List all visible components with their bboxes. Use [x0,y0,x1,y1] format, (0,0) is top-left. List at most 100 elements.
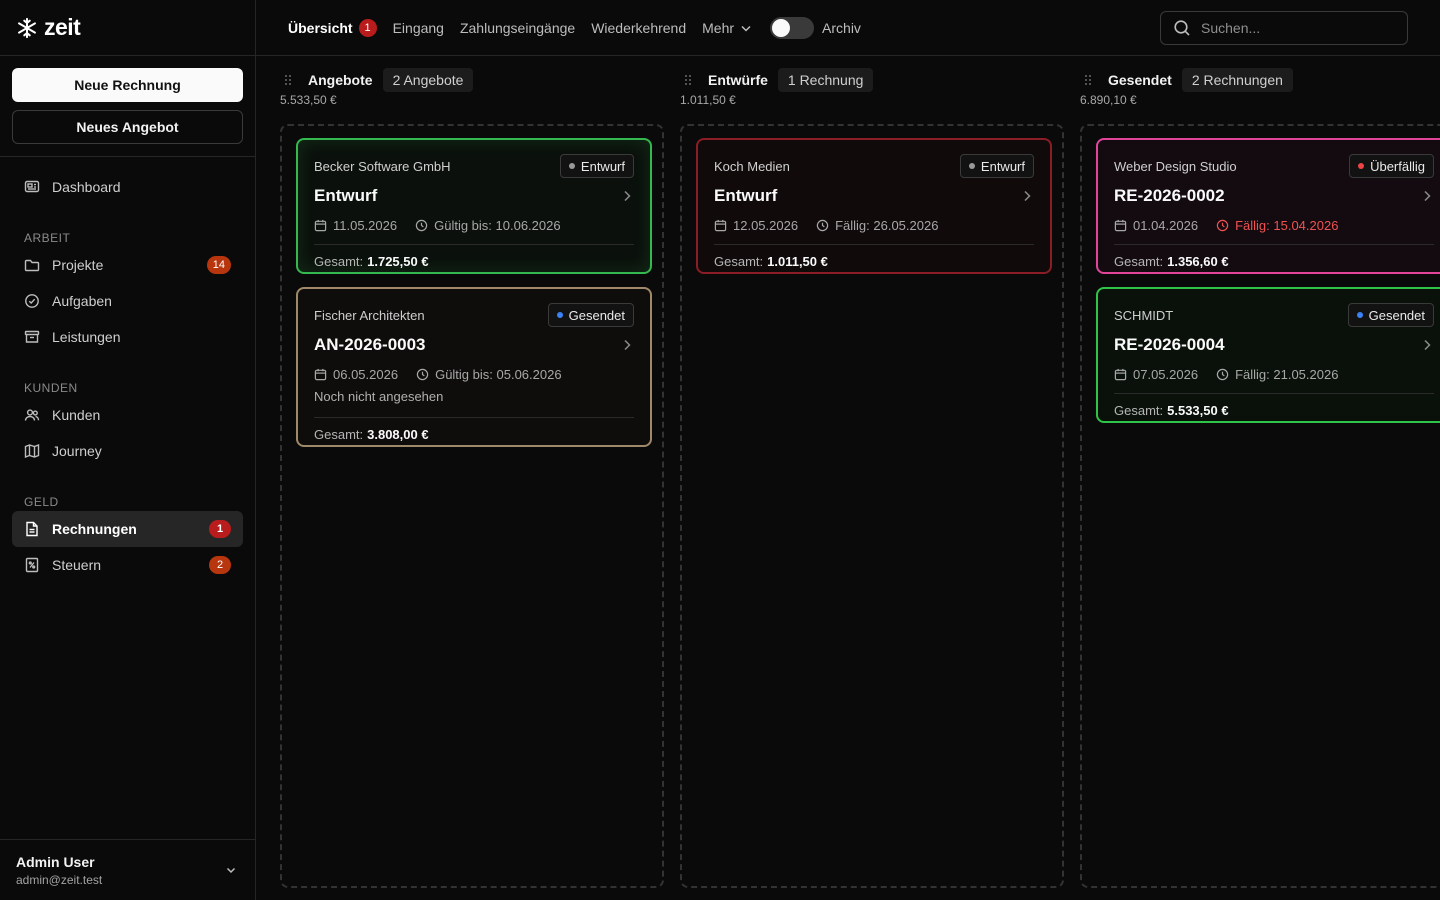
sidebar-item-label: Rechnungen [52,521,137,537]
count-badge: 2 [209,556,231,574]
status-badge: Überfällig [1349,154,1434,178]
sidebar-item-projekte[interactable]: Projekte 14 [12,247,243,283]
column-dropzone: Weber Design Studio Überfällig RE-2026-0… [1080,124,1440,888]
card-due: Gültig bis: 10.06.2026 [434,217,561,233]
calendar-icon [714,219,727,231]
status-label: Gesendet [568,307,625,323]
folder-icon [24,259,40,272]
card-title: Entwurf [314,186,378,205]
document-card[interactable]: Koch Medien Entwurf Entwurf 12.05.2026 F… [696,138,1052,274]
map-icon [24,443,40,459]
search-input[interactable] [1201,20,1391,36]
total-label: Gesamt: [714,254,764,269]
chevron-right-icon[interactable] [1420,189,1434,203]
sidebar-item-journey[interactable]: Journey [12,433,243,469]
status-label: Entwurf [980,158,1025,174]
sidebar-item-label: Steuern [52,557,102,573]
app-logo[interactable]: zeit [0,0,255,56]
card-date: 11.05.2026 [333,217,398,233]
column-title: Entwürfe [708,72,768,88]
user-name: Admin User [16,854,95,870]
card-client: Weber Design Studio [1114,158,1237,174]
status-dot [568,163,575,169]
card-date: 01.04.2026 [1133,217,1199,233]
tab-wiederkehrend[interactable]: Wiederkehrend [591,20,686,36]
tab-mehr[interactable]: Mehr [702,20,752,36]
card-due: Fällig: 26.05.2026 [835,217,939,233]
status-dot [1358,163,1365,169]
card-due: Gültig bis: 05.06.2026 [435,366,562,382]
document-card[interactable]: SCHMIDT Gesendet RE-2026-0004 07.05.2026… [1096,287,1440,423]
document-card[interactable]: Weber Design Studio Überfällig RE-2026-0… [1096,138,1440,274]
sidebar-item-label: Projekte [52,257,104,273]
card-total: 1.725,50 € [367,254,429,269]
sidebar-nav: Dashboard ARBEIT Projekte 14 Aufgaben Le… [0,157,255,583]
tab-uebersicht[interactable]: Übersicht 1 [288,18,377,37]
tax-document-icon [25,557,39,573]
chevron-right-icon[interactable] [1020,189,1034,203]
sidebar-item-label: Aufgaben [52,293,112,309]
new-invoice-button[interactable]: Neue Rechnung [12,68,243,102]
status-dot [556,312,563,318]
section-label-work: ARBEIT [24,231,71,245]
archive-box-icon [24,330,40,343]
dashboard-icon [24,180,40,193]
total-label: Gesamt: [314,254,364,269]
section-label-customers: KUNDEN [24,381,78,395]
sidebar-item-dashboard[interactable]: Dashboard [12,169,243,205]
document-card[interactable]: Becker Software GmbH Entwurf Entwurf 11.… [296,138,652,274]
card-client: Koch Medien [714,158,790,174]
tab-label: Mehr [702,19,735,36]
chevron-right-icon[interactable] [1420,338,1434,352]
drag-handle-icon[interactable] [280,74,296,86]
drag-handle-icon[interactable] [1080,74,1096,86]
card-total: 1.011,50 € [767,254,828,269]
column-sum: 5.533,50 € [280,93,337,107]
card-total: 5.533,50 € [1167,403,1229,418]
count-badge: 1 [209,520,231,538]
column-angebote: Angebote 2 Angebote 5.533,50 € Becker So… [280,56,664,900]
total-label: Gesamt: [1114,403,1164,418]
document-card[interactable]: Fischer Architekten Gesendet AN-2026-000… [296,287,652,447]
drag-handle-icon[interactable] [680,74,696,86]
sidebar-item-leistungen[interactable]: Leistungen [12,319,243,355]
count-badge: 14 [206,256,231,274]
card-client: Fischer Architekten [314,307,425,323]
tab-eingang[interactable]: Eingang [393,20,444,36]
new-offer-button[interactable]: Neues Angebot [12,110,243,144]
column-sum: 6.890,10 € [1080,93,1137,107]
chevron-right-icon[interactable] [620,189,634,203]
count-badge: 1 [358,18,377,37]
clock-alert-icon [1216,219,1229,231]
card-title: RE-2026-0004 [1114,335,1225,354]
column-count: 2 Rechnungen [1181,68,1293,92]
user-email: admin@zeit.test [16,873,103,887]
card-total: 3.808,00 € [367,427,429,442]
chevron-right-icon[interactable] [620,338,634,352]
sidebar-item-steuern[interactable]: Steuern 2 [12,547,243,583]
search-icon [1174,20,1190,36]
user-menu[interactable]: Admin User admin@zeit.test [0,839,255,900]
section-label-money: GELD [24,495,59,509]
card-client: Becker Software GmbH [314,158,451,174]
sidebar-item-kunden[interactable]: Kunden [12,397,243,433]
sidebar-item-label: Dashboard [52,179,121,195]
chevron-down-icon[interactable] [225,864,237,876]
sidebar-item-label: Kunden [52,407,101,423]
tab-label: Wiederkehrend [591,19,687,36]
check-circle-icon [25,294,39,308]
column-dropzone: Becker Software GmbH Entwurf Entwurf 11.… [280,124,664,888]
search-box[interactable] [1160,11,1408,45]
chevron-down-icon [741,25,751,32]
column-title: Angebote [308,72,373,88]
clock-icon [416,368,429,380]
clock-icon [1216,368,1229,380]
calendar-icon [314,219,327,231]
archive-toggle[interactable] [770,16,815,39]
clock-icon [816,219,829,231]
sidebar-item-rechnungen[interactable]: Rechnungen 1 [12,511,243,547]
total-label: Gesamt: [314,427,364,442]
tab-label: Zahlungseingänge [459,19,576,36]
tab-zahlungseingaenge[interactable]: Zahlungseingänge [460,20,575,36]
sidebar-item-aufgaben[interactable]: Aufgaben [12,283,243,319]
